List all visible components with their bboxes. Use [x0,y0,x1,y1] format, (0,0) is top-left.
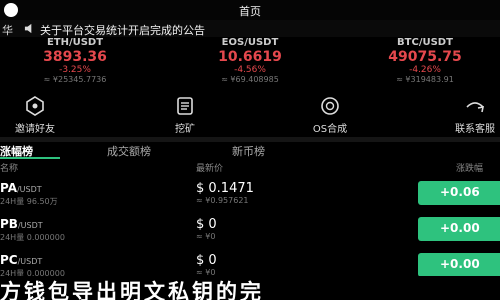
ticker-strip: ETH/USDT 3893.36 -3.25% ≈ ¥25345.7736 EO… [0,37,500,85]
table-row[interactable]: PA/USDT 24H量 96.50万 $ 0.1471 ≈ ¥0.957621… [0,178,500,210]
table-header: 名称 最新价 涨跌幅 [0,160,500,174]
row-price: $ 0.1471 [196,181,254,196]
menu-label: OS合成 [312,124,348,135]
menu-mining[interactable]: 挖矿 [130,95,240,135]
tab-new-coins[interactable]: 新币榜 [232,143,265,159]
row-symbol: PC/USDT [0,253,43,267]
row-volume: 24H量 0.000000 [0,233,65,242]
row-change-badge[interactable]: +0.00 [418,217,500,241]
ticker-price: 3893.36 [43,49,107,65]
ticker-volume: ≈ ¥25345.7736 [43,75,107,84]
ticker-change: -4.26% [409,65,441,75]
notice-label: 华 [2,24,13,37]
menu-label: 挖矿 [175,124,195,135]
ticker-price: 49075.75 [388,49,462,65]
col-change-header: 涨跌幅 [456,164,484,174]
speaker-icon [24,23,32,34]
row-price: $ 0 [196,217,217,232]
ranking-tabs: 涨幅榜 成交额榜 新币榜 [0,142,500,160]
menu-invite[interactable]: 邀请好友 [0,95,90,135]
row-volume: 24H量 96.50万 [0,197,58,206]
overlay-caption-text: 方钱包导出明文私钥的完 [0,279,264,300]
row-quote: /USDT [16,185,42,194]
row-quote: /USDT [17,221,43,230]
table-row[interactable]: PB/USDT 24H量 0.000000 $ 0 ≈ ¥0 +0.00 [0,214,500,246]
ticker-change: -3.25% [59,65,91,75]
ticker-pair: BTC/USDT [397,37,453,48]
ticker-volume: ≈ ¥319483.91 [396,75,454,84]
row-cny-price: ≈ ¥0.957621 [196,196,249,205]
tab-turnover[interactable]: 成交额榜 [107,143,151,159]
caption-overlay: 方钱包导出明文私钥的完 [0,276,500,300]
ticker-pair: ETH/USDT [46,37,104,48]
ticker-eos[interactable]: EOS/USDT 10.6619 -4.56% ≈ ¥69.408985 [175,37,325,84]
menu-contact-service[interactable]: 联系客服 [420,95,500,135]
status-bar: 首页 [0,0,500,20]
os-contract-icon [321,97,339,115]
page-title: 首页 [239,5,261,18]
quick-menu: 邀请好友 挖矿 OS合成 联系客服 [0,95,500,135]
announcement-text[interactable]: 关于平台交易统计开启完成的公告 [40,22,205,38]
ticker-volume: ≈ ¥69.408985 [221,75,279,84]
active-tab-indicator [0,157,60,159]
row-symbol: PA/USDT [0,181,42,195]
menu-label: 联系客服 [455,124,495,135]
ticker-change: -4.56% [234,65,266,75]
menu-os-contract[interactable]: OS合成 [275,95,385,135]
ticker-pair: EOS/USDT [221,37,279,48]
invite-icon [26,96,44,116]
mining-icon [177,97,193,115]
row-quote: /USDT [17,257,43,266]
ticker-btc[interactable]: BTC/USDT 49075.75 -4.26% ≈ ¥319483.91 [350,37,500,84]
row-cny-price: ≈ ¥0 [196,232,216,241]
row-change-badge[interactable]: +0.00 [418,253,500,277]
ticker-eth[interactable]: ETH/USDT 3893.36 -3.25% ≈ ¥25345.7736 [0,37,150,84]
row-price: $ 0 [196,253,217,268]
ticker-price: 10.6619 [218,49,282,65]
col-price-header: 最新价 [196,164,224,174]
row-change-badge[interactable]: +0.06 [418,181,500,205]
contact-service-icon [466,102,485,113]
row-symbol: PB/USDT [0,217,43,231]
menu-label: 邀请好友 [15,124,55,135]
col-name-header: 名称 [0,164,19,174]
announcement-bar[interactable]: 华 关于平台交易统计开启完成的公告 [0,20,500,37]
